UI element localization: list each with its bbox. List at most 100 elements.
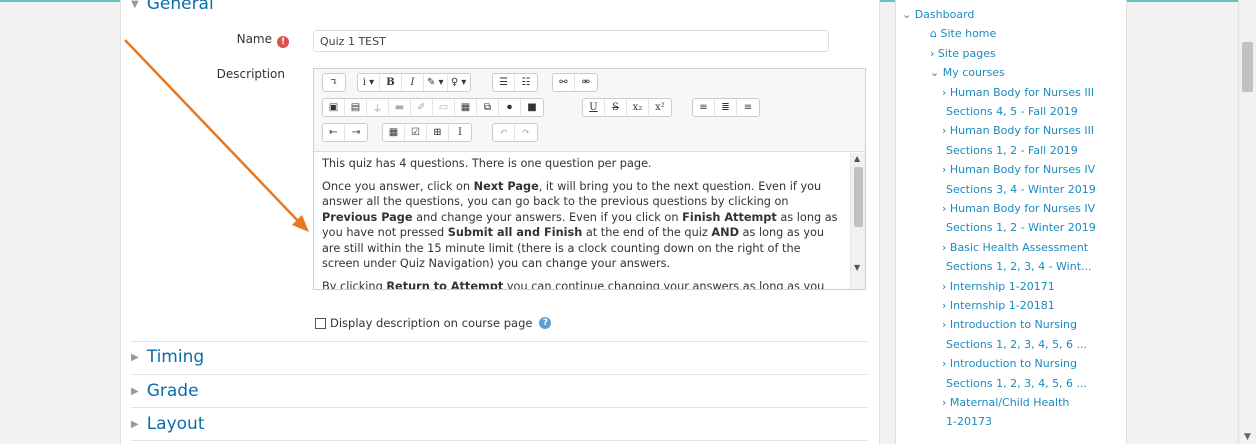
divider: [131, 407, 867, 408]
toolbar-button[interactable]: ▦: [455, 99, 477, 116]
scroll-up-icon[interactable]: ▲: [854, 154, 860, 163]
sidebar-nav-item[interactable]: › Basic Health Assessment: [942, 241, 1088, 254]
sidebar-nav-item[interactable]: › Site pages: [930, 47, 996, 60]
description-paragraph: Once you answer, click on Next Page, it …: [322, 179, 838, 271]
sidebar-nav-item[interactable]: ⌄ Dashboard: [902, 8, 974, 21]
toolbar-button[interactable]: ≡: [693, 99, 715, 116]
sidebar-nav-item[interactable]: Sections 1, 2, 3, 4, 5, 6 ...: [946, 338, 1087, 351]
sidebar-nav-item[interactable]: ⌄ My courses: [930, 66, 1005, 79]
toolbar-button[interactable]: S: [605, 99, 627, 116]
display-description-label: Display description on course page: [330, 316, 533, 330]
toolbar-button[interactable]: ⊞: [427, 124, 449, 141]
section-grade-title: Grade: [146, 381, 199, 401]
section-grade-toggle[interactable]: ▶ Grade: [131, 381, 199, 401]
toolbar-button[interactable]: ⇤: [323, 124, 345, 141]
toolbar-button[interactable]: B: [380, 74, 402, 91]
divider: [131, 440, 867, 441]
sidebar-nav-item[interactable]: Sections 4, 5 - Fall 2019: [946, 105, 1078, 118]
description-paragraph: This quiz has 4 questions. There is one …: [322, 157, 652, 170]
toolbar-button[interactable]: I: [449, 124, 471, 141]
display-description-row: Display description on course page ?: [315, 316, 552, 330]
name-label: Name!: [231, 32, 289, 48]
toolbar-button[interactable]: ⇥: [345, 124, 367, 141]
toolbar-button[interactable]: ✐: [411, 99, 433, 116]
scroll-down-icon[interactable]: ▼: [854, 263, 860, 272]
chevron-right-icon: ▶: [131, 351, 139, 363]
toolbar-button[interactable]: ↷: [515, 124, 537, 141]
sidebar-nav-item[interactable]: › Internship 1-20181: [942, 299, 1055, 312]
sidebar-nav-item[interactable]: › Introduction to Nursing: [942, 318, 1077, 331]
display-description-checkbox[interactable]: [315, 317, 326, 329]
description-content[interactable]: This quiz has 4 questions. There is one …: [314, 153, 849, 289]
sidebar-nav-item[interactable]: › Introduction to Nursing: [942, 357, 1077, 370]
toolbar-button[interactable]: ▦: [383, 124, 405, 141]
sidebar-nav-item[interactable]: 1-20173: [946, 415, 992, 428]
toolbar-group: i ▾ B I ✎ ▾ ♀ ▾: [357, 73, 471, 92]
toolbar-button[interactable]: ☷: [515, 74, 537, 91]
chevron-right-icon: ▶: [131, 385, 139, 397]
toolbar-button[interactable]: x₂: [627, 99, 649, 116]
toolbar-button[interactable]: ■: [521, 99, 543, 116]
sidebar-nav-item[interactable]: Sections 3, 4 - Winter 2019: [946, 183, 1096, 196]
toolbar-button[interactable]: ▣: [323, 99, 345, 116]
toolbar-button[interactable]: i ▾: [358, 74, 380, 91]
toolbar-group: ≡ ≣ ≡: [692, 98, 760, 117]
toolbar-button[interactable]: ▬: [389, 99, 411, 116]
section-general-toggle[interactable]: ▼ General: [131, 0, 214, 14]
sidebar-nav-item[interactable]: › Internship 1-20171: [942, 280, 1055, 293]
toolbar-group: U Sx₂ x²: [582, 98, 672, 117]
toolbar-button[interactable]: ⏺: [499, 99, 521, 116]
toolbar-group: ☰ ☷: [492, 73, 538, 92]
editor-scroll-thumb[interactable]: [854, 167, 863, 227]
editor-scrollbar[interactable]: ▲ ▼: [850, 153, 865, 289]
toolbar-button[interactable]: ⚮: [575, 74, 597, 91]
toolbar-button[interactable]: ≣: [715, 99, 737, 116]
section-timing-title: Timing: [146, 347, 205, 367]
description-editor[interactable]: ↴ i ▾ B I ✎ ▾ ♀ ▾ ☰ ☷ ⚯ ⚮ ▣ ▤ ⏚ ▬ ✐ ▭ ▦ ⧉ ⏺ ■ U Sx₂ x² ≡ ≣ ≡ ⇤ ⇥ ▦ ☑ ⊞…: [313, 68, 866, 290]
toolbar-button[interactable]: ✎ ▾: [424, 74, 448, 91]
sidebar-nav-item[interactable]: › Maternal/Child Health: [942, 396, 1069, 409]
toolbar-button[interactable]: ⏚: [367, 99, 389, 116]
page-scroll-thumb[interactable]: [1242, 42, 1253, 92]
required-icon: !: [277, 36, 289, 48]
toolbar-button[interactable]: ☰: [493, 74, 515, 91]
toolbar-button[interactable]: x²: [649, 99, 671, 116]
section-timing-toggle[interactable]: ▶ Timing: [131, 347, 204, 367]
sidebar-nav-item[interactable]: › Human Body for Nurses III: [942, 86, 1094, 99]
toolbar-group: ▣ ▤ ⏚ ▬ ✐ ▭ ▦ ⧉ ⏺ ■: [322, 98, 544, 117]
page-scrollbar[interactable]: ▼: [1238, 0, 1256, 444]
toolbar-button[interactable]: ↶: [493, 124, 515, 141]
toolbar-button[interactable]: ☑: [405, 124, 427, 141]
section-general-title: General: [146, 0, 214, 14]
help-icon[interactable]: ?: [539, 317, 552, 329]
toolbar-button[interactable]: ⚯: [553, 74, 575, 91]
toolbar-button[interactable]: ⧉: [477, 99, 499, 116]
toolbar-group: ⚯ ⚮: [552, 73, 598, 92]
divider: [131, 374, 867, 375]
toolbar-button[interactable]: U: [583, 99, 605, 116]
sidebar-nav-item[interactable]: Sections 1, 2 - Fall 2019: [946, 144, 1078, 157]
editor-toolbar: ↴ i ▾ B I ✎ ▾ ♀ ▾ ☰ ☷ ⚯ ⚮ ▣ ▤ ⏚ ▬ ✐ ▭ ▦ ⧉ ⏺ ■ U Sx₂ x² ≡ ≣ ≡ ⇤ ⇥ ▦ ☑ ⊞…: [314, 69, 865, 152]
name-input[interactable]: [313, 30, 829, 52]
sidebar-nav-item[interactable]: Sections 1, 2, 3, 4 - Wint...: [946, 260, 1092, 273]
sidebar-nav-item[interactable]: Sections 1, 2 - Winter 2019: [946, 221, 1096, 234]
toolbar-button[interactable]: ≡: [737, 99, 759, 116]
toolbar-button[interactable]: ▭: [433, 99, 455, 116]
toolbar-button[interactable]: ↴: [323, 74, 345, 91]
chevron-down-icon: ▼: [131, 0, 139, 10]
sidebar-nav-item[interactable]: › Human Body for Nurses IV: [942, 202, 1095, 215]
toolbar-group: ▦ ☑ ⊞ I: [382, 123, 472, 142]
sidebar-nav-item[interactable]: Sections 1, 2, 3, 4, 5, 6 ...: [946, 377, 1087, 390]
scroll-down-icon[interactable]: ▼: [1244, 432, 1251, 442]
toolbar-group: ⇤ ⇥: [322, 123, 368, 142]
toolbar-button[interactable]: I: [402, 74, 424, 91]
toolbar-group: ↴: [322, 73, 346, 92]
toolbar-button[interactable]: ♀ ▾: [448, 74, 470, 91]
sidebar-nav-item[interactable]: › Human Body for Nurses III: [942, 124, 1094, 137]
toolbar-button[interactable]: ▤: [345, 99, 367, 116]
section-layout-toggle[interactable]: ▶ Layout: [131, 414, 205, 434]
navigation-sidebar: ⌄ Dashboard ⌂ Site home › Site pages ⌄ My c…: [895, 0, 1127, 444]
sidebar-nav-item[interactable]: ⌂ Site home: [930, 27, 996, 40]
section-layout-title: Layout: [146, 414, 205, 434]
sidebar-nav-item[interactable]: › Human Body for Nurses IV: [942, 163, 1095, 176]
